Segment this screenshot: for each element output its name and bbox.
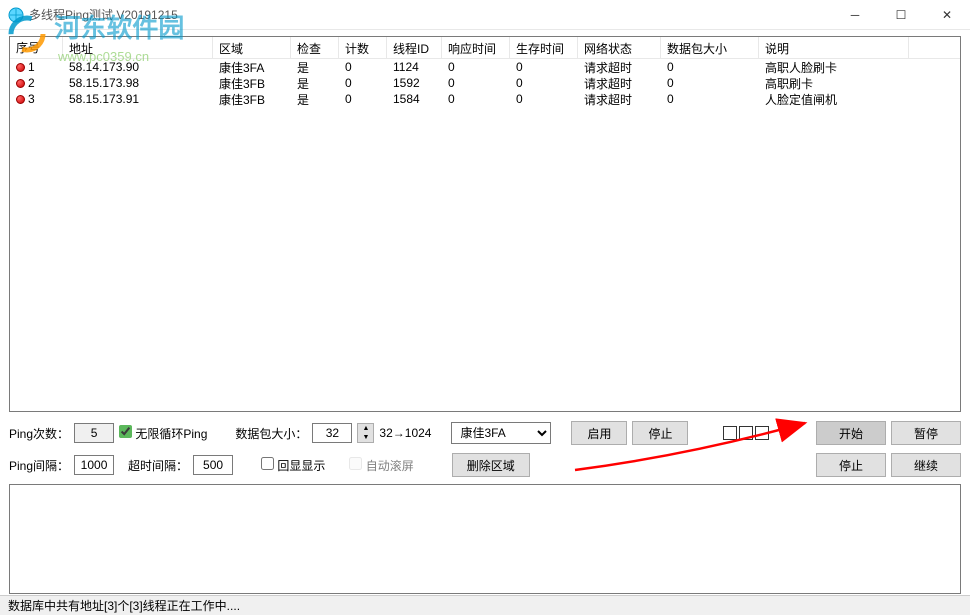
col-address[interactable]: 地址	[63, 37, 213, 58]
col-count[interactable]: 计数	[339, 37, 387, 58]
col-index[interactable]: 序号	[10, 37, 63, 58]
col-response[interactable]: 响应时间	[442, 37, 510, 58]
enable-button[interactable]: 启用	[571, 421, 627, 445]
col-netstatus[interactable]: 网络状态	[578, 37, 661, 58]
three-checkboxes[interactable]	[723, 426, 769, 440]
status-left: 数据库中共有地址[3]个	[8, 597, 129, 614]
spin-down-icon[interactable]: ▼	[358, 433, 373, 442]
controls-row-2: Ping间隔： 超时间隔： 回显显示 自动滚屏 删除区域 停止 继续	[9, 452, 961, 478]
pkt-range-label: 32→1024	[379, 426, 431, 440]
titlebar: 多线程Ping测试 V20191215 ─ ☐ ✕	[0, 0, 970, 30]
infinite-loop-check[interactable]: 无限循环Ping	[119, 425, 207, 442]
minimize-button[interactable]: ─	[832, 0, 878, 30]
col-area[interactable]: 区域	[213, 37, 291, 58]
col-description[interactable]: 说明	[759, 37, 909, 58]
table-header: 序号 地址 区域 检查 计数 线程ID 响应时间 生存时间 网络状态 数据包大小…	[10, 37, 960, 59]
table-body: 158.14.173.90康佳3FA是0112400请求超时0高职人脸刷卡258…	[10, 59, 960, 107]
controls-row-1: Ping次数： 无限循环Ping 数据包大小： ▲▼ 32→1024 康佳3FA…	[9, 420, 961, 446]
timeout-input[interactable]	[193, 455, 233, 475]
window-title: 多线程Ping测试 V20191215	[29, 6, 178, 23]
spin-up-icon[interactable]: ▲	[358, 424, 373, 433]
continue-button[interactable]: 继续	[891, 453, 961, 477]
ping-interval-label: Ping间隔：	[9, 457, 69, 474]
pkt-size-spinner[interactable]: ▲▼	[357, 423, 374, 443]
autoscroll-check[interactable]: 自动滚屏	[349, 457, 413, 474]
table-row[interactable]: 158.14.173.90康佳3FA是0112400请求超时0高职人脸刷卡	[10, 59, 960, 75]
statusbar: 数据库中共有地址[3]个 [3]线程正在工作中....	[0, 595, 970, 615]
status-dot-icon	[16, 79, 25, 88]
table-row[interactable]: 258.15.173.98康佳3FB是0159200请求超时0高职刷卡	[10, 75, 960, 91]
pkt-size-label: 数据包大小：	[235, 425, 307, 442]
close-button[interactable]: ✕	[924, 0, 970, 30]
stop-button[interactable]: 停止	[816, 453, 886, 477]
window-controls: ─ ☐ ✕	[832, 0, 970, 30]
col-packetsize[interactable]: 数据包大小	[661, 37, 759, 58]
col-ttl[interactable]: 生存时间	[510, 37, 578, 58]
status-mid: [3]线程正在工作中....	[129, 597, 240, 614]
echo-check[interactable]: 回显显示	[261, 457, 325, 474]
col-threadid[interactable]: 线程ID	[387, 37, 442, 58]
area-select[interactable]: 康佳3FA	[451, 422, 551, 444]
col-check[interactable]: 检查	[291, 37, 339, 58]
timeout-label: 超时间隔：	[128, 457, 188, 474]
start-button[interactable]: 开始	[816, 421, 886, 445]
pause-button[interactable]: 暂停	[891, 421, 961, 445]
table-row[interactable]: 358.15.173.91康佳3FB是0158400请求超时0人脸定值闸机	[10, 91, 960, 107]
ping-interval-input[interactable]	[74, 455, 114, 475]
pkt-size-input[interactable]	[312, 423, 352, 443]
ping-table: 序号 地址 区域 检查 计数 线程ID 响应时间 生存时间 网络状态 数据包大小…	[9, 36, 961, 412]
maximize-button[interactable]: ☐	[878, 0, 924, 30]
log-textarea[interactable]	[9, 484, 961, 594]
ping-count-input[interactable]	[74, 423, 114, 443]
delete-area-button[interactable]: 删除区域	[452, 453, 530, 477]
status-dot-icon	[16, 95, 25, 104]
stop-area-button[interactable]: 停止	[632, 421, 688, 445]
ping-count-label: Ping次数：	[9, 425, 69, 442]
status-dot-icon	[16, 63, 25, 72]
app-icon	[8, 7, 24, 23]
